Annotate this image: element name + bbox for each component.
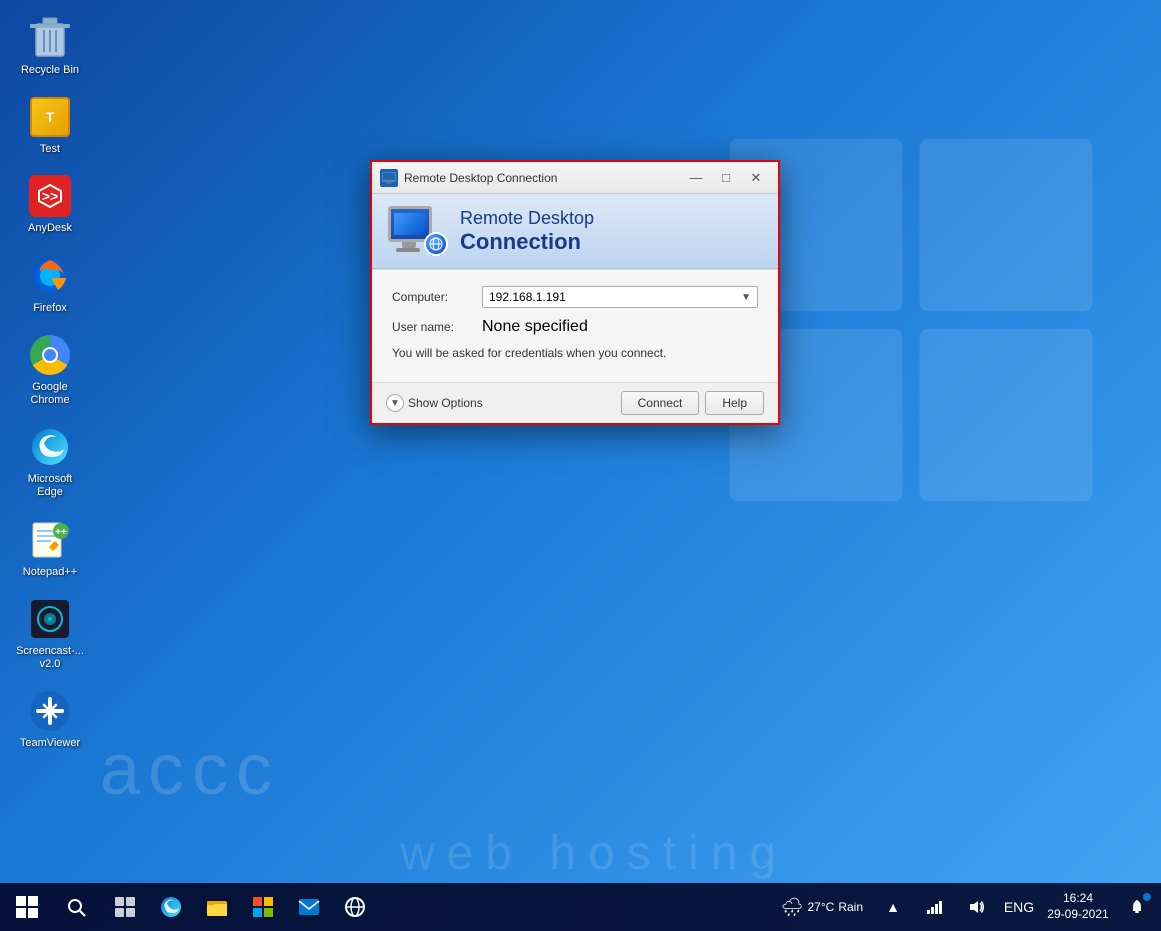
microsoft-edge-icon	[26, 423, 74, 471]
rdc-action-buttons: Connect Help	[621, 391, 764, 415]
rdc-header: Remote Desktop Connection	[372, 194, 778, 269]
rdc-username-label: User name:	[392, 320, 482, 334]
taskbar-clock[interactable]: 16:24 29-09-2021	[1043, 889, 1113, 924]
weather-condition: Rain	[838, 900, 863, 914]
google-chrome-icon	[26, 331, 74, 379]
rdc-close-button[interactable]: ✕	[742, 168, 770, 188]
svg-text:>>: >>	[42, 188, 58, 204]
rdc-computer-value: 192.168.1.191	[489, 290, 566, 304]
desktop-icon-recycle-bin[interactable]: Recycle Bin	[10, 10, 90, 81]
notification-button[interactable]	[1119, 889, 1155, 925]
recycle-bin-label: Recycle Bin	[21, 64, 79, 77]
start-button[interactable]	[6, 886, 48, 928]
taskbar-network-button[interactable]	[334, 886, 376, 928]
notepadpp-label: Notepad++	[23, 566, 77, 579]
rdc-minimize-button[interactable]: —	[682, 168, 710, 188]
rdc-body: Computer: 192.168.1.191 ▼ User name: Non…	[372, 269, 778, 382]
rdc-info-text: You will be asked for credentials when y…	[392, 346, 758, 360]
rdc-footer: ▼ Show Options Connect Help	[372, 382, 778, 423]
rdc-connect-button[interactable]: Connect	[621, 391, 700, 415]
taskbar-explorer-button[interactable]	[196, 886, 238, 928]
watermark-text2: web hosting	[400, 826, 788, 881]
google-chrome-label: Google Chrome	[14, 381, 86, 407]
rdc-computer-input[interactable]: 192.168.1.191 ▼	[482, 286, 758, 308]
rdc-computer-field: 192.168.1.191 ▼	[482, 286, 758, 308]
anydesk-icon: >>	[26, 172, 74, 220]
taskbar-left	[6, 886, 376, 928]
recycle-bin-icon	[26, 14, 74, 62]
anydesk-label: AnyDesk	[28, 222, 72, 235]
taskbar-mail-button[interactable]	[288, 886, 330, 928]
language-label: ENG	[1004, 899, 1034, 915]
tray-arrow-button[interactable]: ▲	[875, 889, 911, 925]
teamviewer-label: TeamViewer	[20, 737, 80, 750]
desktop-icon-anydesk[interactable]: >> AnyDesk	[10, 168, 90, 239]
rdc-help-button[interactable]: Help	[705, 391, 764, 415]
test-icon: T	[26, 93, 74, 141]
desktop-icon-firefox[interactable]: Firefox	[10, 248, 90, 319]
rdc-header-title: Remote Desktop Connection	[460, 208, 594, 255]
rdc-maximize-button[interactable]: □	[712, 168, 740, 188]
rdc-dialog: Remote Desktop Connection — □ ✕	[370, 160, 780, 425]
rdc-title-text: Remote Desktop Connection	[404, 171, 682, 185]
taskbar: 🌧 27°C Rain ▲	[0, 883, 1161, 931]
clock-time: 16:24	[1063, 891, 1093, 907]
desktop-icon-teamviewer[interactable]: TeamViewer	[10, 683, 90, 754]
desktop-icons-container: Recycle Bin T Test >> AnyDesk	[10, 10, 90, 754]
taskbar-edge-button[interactable]	[150, 886, 192, 928]
rdc-title-icon	[380, 169, 398, 187]
rdc-username-value: None specified	[482, 318, 758, 336]
weather-temp: 27°C	[808, 900, 835, 914]
taskbar-right: 🌧 27°C Rain ▲	[775, 889, 1155, 925]
firefox-label: Firefox	[33, 302, 67, 315]
screencast-label: Screencast-...v2.0	[16, 645, 84, 671]
taskbar-store-button[interactable]	[242, 886, 284, 928]
rdc-username-text: None specified	[482, 318, 588, 335]
tray-language-button[interactable]: ENG	[1001, 889, 1037, 925]
desktop-icon-microsoft-edge[interactable]: Microsoft Edge	[10, 419, 90, 503]
search-button[interactable]	[52, 886, 100, 928]
desktop-icon-google-chrome[interactable]: Google Chrome	[10, 327, 90, 411]
teamviewer-icon	[26, 687, 74, 735]
rdc-dropdown-arrow-icon: ▼	[741, 292, 751, 303]
globe-icon	[424, 232, 448, 256]
notepadpp-icon: ++	[26, 516, 74, 564]
screencast-icon	[26, 595, 74, 643]
rdc-titlebar: Remote Desktop Connection — □ ✕	[372, 162, 778, 194]
desktop: accc web hosting Recycle Bin	[0, 0, 1161, 931]
notification-badge	[1143, 893, 1151, 901]
rdc-window-controls: — □ ✕	[682, 168, 770, 188]
firefox-icon	[26, 252, 74, 300]
rdc-header-line2: Connection	[460, 229, 594, 255]
rdc-computer-label: Computer:	[392, 290, 482, 304]
rdc-header-icon	[388, 206, 448, 256]
rdc-show-options-label: Show Options	[408, 396, 483, 410]
clock-date: 29-09-2021	[1047, 907, 1108, 923]
svg-text:++: ++	[55, 527, 67, 538]
taskbar-weather[interactable]: 🌧 27°C Rain	[775, 895, 869, 920]
rdc-header-line1: Remote Desktop	[460, 208, 594, 229]
tray-network-icon[interactable]	[917, 889, 953, 925]
test-label: Test	[40, 143, 60, 156]
weather-icon: 🌧	[781, 897, 804, 918]
rdc-show-options[interactable]: ▼ Show Options	[386, 394, 483, 412]
desktop-icon-test[interactable]: T Test	[10, 89, 90, 160]
rdc-computer-row: Computer: 192.168.1.191 ▼	[392, 286, 758, 308]
desktop-icon-notepadpp[interactable]: ++ Notepad++	[10, 512, 90, 583]
watermark-text1: accc	[100, 729, 280, 811]
rdc-options-arrow-icon: ▼	[386, 394, 404, 412]
rdc-username-row: User name: None specified	[392, 318, 758, 336]
desktop-icon-screencast[interactable]: Screencast-...v2.0	[10, 591, 90, 675]
task-view-button[interactable]	[104, 886, 146, 928]
tray-volume-icon[interactable]	[959, 889, 995, 925]
microsoft-edge-label: Microsoft Edge	[14, 473, 86, 499]
